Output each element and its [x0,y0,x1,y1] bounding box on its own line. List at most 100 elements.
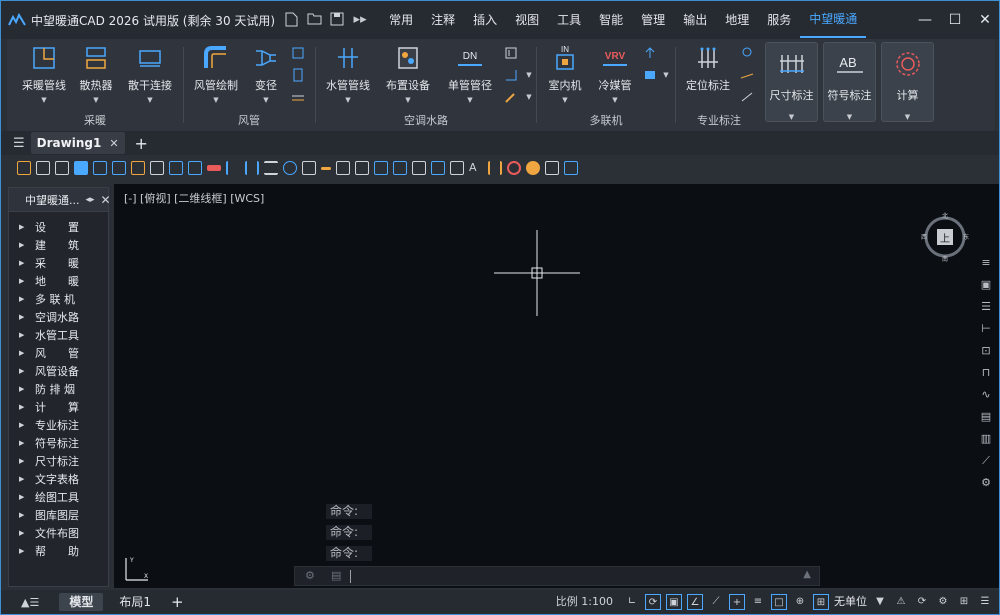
toolbar-duct-icon[interactable] [374,161,388,175]
dim-mark-button[interactable]: 尺寸标注 ▼ [765,42,818,122]
elevation-mark-icon[interactable] [739,45,755,61]
toolbar-layout-icon[interactable] [545,161,559,175]
osnap-icon[interactable]: ⟋ [708,594,724,610]
toolbar-reducer-icon[interactable] [412,161,426,175]
command-history-icon[interactable]: ▤ [331,569,341,582]
maximize-icon[interactable]: ☐ [947,12,963,28]
toolbar-library-icon[interactable] [526,161,540,175]
minimize-icon[interactable]: — [917,12,933,28]
toolbar-indoor-icon[interactable] [169,161,183,175]
menu-item[interactable]: 注释 [422,1,464,39]
duct-tool-icon[interactable] [290,45,306,61]
toolbar-table-icon[interactable] [450,161,464,175]
dropdown-arrow-icon[interactable]: ▼ [441,96,499,104]
palette-item[interactable]: ▶ 文字表格 [9,470,108,488]
transparency-icon[interactable]: □ [771,594,787,610]
palette-item[interactable]: ▶ 绘图工具 [9,488,108,506]
toolbar-branch-icon[interactable] [226,161,240,175]
dropdown-arrow-icon[interactable]: ▼ [379,96,437,104]
layer-icon[interactable]: ≡ [979,256,993,270]
toolbar-settings-icon[interactable] [17,161,31,175]
dimension-icon[interactable]: ⊢ [979,322,993,336]
close-palette-icon[interactable]: ✕ [101,193,111,207]
fullscreen-icon[interactable]: ⊞ [956,594,972,610]
measure-icon[interactable]: ⊓ [979,366,993,380]
toolbar-building-icon[interactable] [36,161,50,175]
dropdown-arrow-icon[interactable]: ▼ [882,113,933,121]
toolbar-panel-icon[interactable] [355,161,369,175]
symbol-mark-button[interactable]: AB 符号标注 ▼ [823,42,876,122]
dropdown-arrow-icon[interactable]: ▼ [319,96,377,104]
close-tab-icon[interactable]: ✕ [109,137,118,150]
duct-label-icon[interactable] [290,89,306,105]
save-icon[interactable] [329,12,345,28]
block-icon[interactable]: ⊡ [979,344,993,358]
refrigerant-button[interactable]: VRV 冷媒管 ▼ [586,43,644,104]
add-tab-icon[interactable]: + [135,134,148,153]
palette-item[interactable]: ▶ 风管设备 [9,362,108,380]
lineweight-icon[interactable]: ≡ [750,594,766,610]
dropdown-arrow-icon[interactable]: ▼ [658,67,674,83]
wave-icon[interactable]: ∿ [979,388,993,402]
unit-select[interactable]: 无单位 [834,594,867,610]
dropdown-arrow-icon[interactable]: ▼ [766,113,817,121]
equipment-button[interactable]: 布置设备 ▼ [379,43,437,104]
menu-item[interactable]: 输出 [674,1,716,39]
toolbar-radiator-icon[interactable] [131,161,145,175]
tab-list-icon[interactable]: ☰ [13,136,25,151]
toolbar-outlet-icon[interactable] [431,161,445,175]
palette-item[interactable]: ▶ 风 管 [9,344,108,362]
menu-item[interactable]: 地理 [716,1,758,39]
toolbar-room-icon[interactable] [55,161,69,175]
toolbar-valve-icon[interactable] [302,161,316,175]
expand-up-icon[interactable]: ▲ [803,569,811,580]
toolbar-text-icon[interactable]: A [469,161,483,175]
toolbar-equipment-icon[interactable] [150,161,164,175]
palette-item[interactable]: ▶ 空调水路 [9,308,108,326]
toolbar-pen-icon[interactable] [321,166,331,170]
riser-connect-button[interactable]: 散干连接 ▼ [121,43,179,104]
dn-mark-icon[interactable] [739,89,755,105]
reducer-button[interactable]: 变径 ▼ [237,43,295,104]
open-folder-icon[interactable] [306,12,322,28]
dropdown-arrow-icon[interactable]: ▼ [15,96,73,104]
menu-item[interactable]: 工具 [548,1,590,39]
toolbar-help-icon[interactable] [564,161,578,175]
chart-icon[interactable]: ▥ [979,432,993,446]
viewcube[interactable]: 上 北 南 东 西 [920,212,970,262]
unit-dropdown-icon[interactable]: ▼ [872,594,888,610]
tab-model[interactable]: 模型 [59,593,104,611]
heating-pipe-button[interactable]: 采暖管线 ▼ [15,43,73,104]
folder-icon[interactable]: ▤ [979,410,993,424]
water-pipe-button[interactable]: 水管管线 ▼ [319,43,377,104]
slope-mark-icon[interactable] [739,67,755,83]
list-icon[interactable]: ☰ [979,300,993,314]
valve-tool-icon[interactable] [503,45,519,61]
calculate-button[interactable]: 计算 ▼ [881,42,934,122]
palette-item[interactable]: ▶ 防 排 烟 [9,380,108,398]
branch-joint-icon[interactable] [642,45,658,61]
toolbar-circle-icon[interactable] [283,161,297,175]
menu-item[interactable]: 插入 [464,1,506,39]
toolbar-elbow-icon[interactable] [393,161,407,175]
menu-item-active[interactable]: 中望暖通 [800,2,867,38]
dropdown-arrow-icon[interactable]: ▼ [67,96,125,104]
tab-layout1[interactable]: 布局1 [109,593,161,611]
palette-item[interactable]: ▶ 帮 助 [9,542,108,560]
ortho-icon[interactable]: ∟ [624,594,640,610]
command-settings-icon[interactable]: ⚙ [305,569,315,582]
dropdown-arrow-icon[interactable]: ▼ [237,96,295,104]
tab-drawing1[interactable]: Drawing1 ✕ [30,132,125,154]
toolbar-heating-icon[interactable] [74,161,88,175]
dropdown-arrow-icon[interactable]: ▼ [824,113,875,121]
pin-icon[interactable]: ◂▸ [86,195,95,205]
toolbar-outdoor-icon[interactable] [188,161,202,175]
palette-item[interactable]: ▶ 建 筑 [9,236,108,254]
pipe-edit-icon[interactable] [503,89,519,105]
palette-item[interactable]: ▶ 文件布图 [9,524,108,542]
palette-item[interactable]: ▶ 图库图层 [9,506,108,524]
palette-item[interactable]: ▶ 设 置 [9,218,108,236]
menu-item[interactable]: 智能 [590,1,632,39]
dropdown-arrow-icon[interactable]: ▼ [521,67,537,83]
gear-icon[interactable]: ⚙ [935,594,951,610]
